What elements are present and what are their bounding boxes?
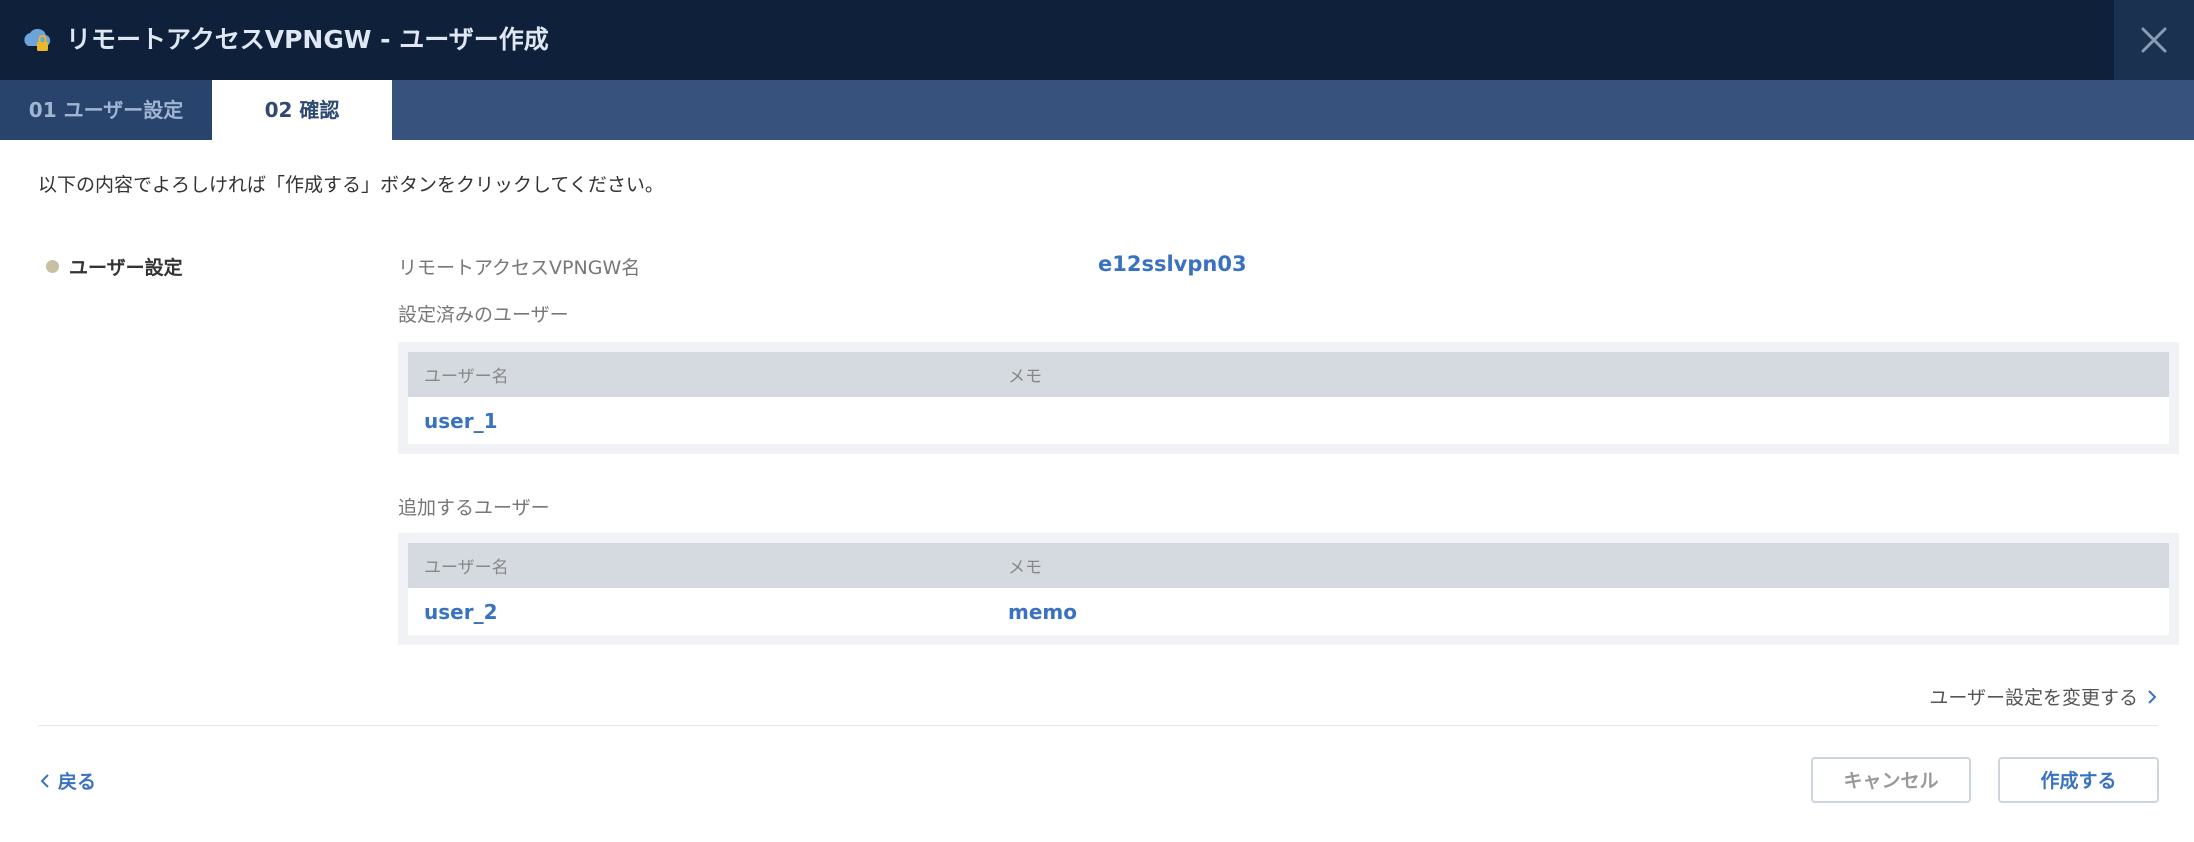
column-header-memo: メモ [1008,558,1042,578]
divider [38,725,2158,726]
create-button[interactable]: 作成する [1998,757,2159,803]
cell-username: user_2 [424,599,498,624]
back-link[interactable]: 戻る [38,767,96,794]
change-user-settings-link[interactable]: ユーザー設定を変更する [1929,683,2160,710]
cloud-lock-icon [24,28,51,51]
chevron-left-icon [40,773,49,788]
close-icon [2141,27,2167,53]
table-row: user_2 memo [408,588,2169,635]
cancel-button[interactable]: キャンセル [1811,757,1971,803]
column-header-memo: メモ [1008,367,1042,387]
column-header-username: ユーザー名 [424,367,509,387]
instruction-text: 以下の内容でよろしければ「作成する」ボタンをクリックしてください。 [38,174,664,196]
table-header: ユーザー名 メモ [408,543,2169,588]
back-link-label: 戻る [58,771,97,793]
column-header-username: ユーザー名 [424,558,509,578]
change-link-label: ユーザー設定を変更する [1929,687,2138,709]
window-header: リモートアクセスVPNGW - ユーザー作成 [0,0,2194,80]
tab-user-settings[interactable]: 01 ユーザー設定 [0,80,212,140]
new-users-table: ユーザー名 メモ user_2 memo [398,533,2179,645]
close-button[interactable] [2114,0,2194,80]
cell-username: user_1 [424,408,498,433]
new-users-label: 追加するユーザー [398,497,550,519]
window-title: リモートアクセスVPNGW - ユーザー作成 [66,25,549,54]
table-row: user_1 [408,397,2169,444]
vpngw-name-value: e12sslvpn03 [1098,252,1247,276]
table-header: ユーザー名 メモ [408,352,2169,397]
cell-memo: memo [1008,599,1077,624]
vpngw-name-label: リモートアクセスVPNGW名 [398,257,641,279]
existing-users-label: 設定済みのユーザー [398,304,569,326]
existing-users-table: ユーザー名 メモ user_1 [398,342,2179,454]
chevron-right-icon [2148,689,2157,704]
step-tabs: 01 ユーザー設定 02 確認 [0,80,2194,140]
tab-confirm[interactable]: 02 確認 [212,80,392,140]
section-title: ユーザー設定 [46,253,183,280]
section-title-label: ユーザー設定 [69,257,183,279]
bullet-dot-icon [46,260,59,273]
